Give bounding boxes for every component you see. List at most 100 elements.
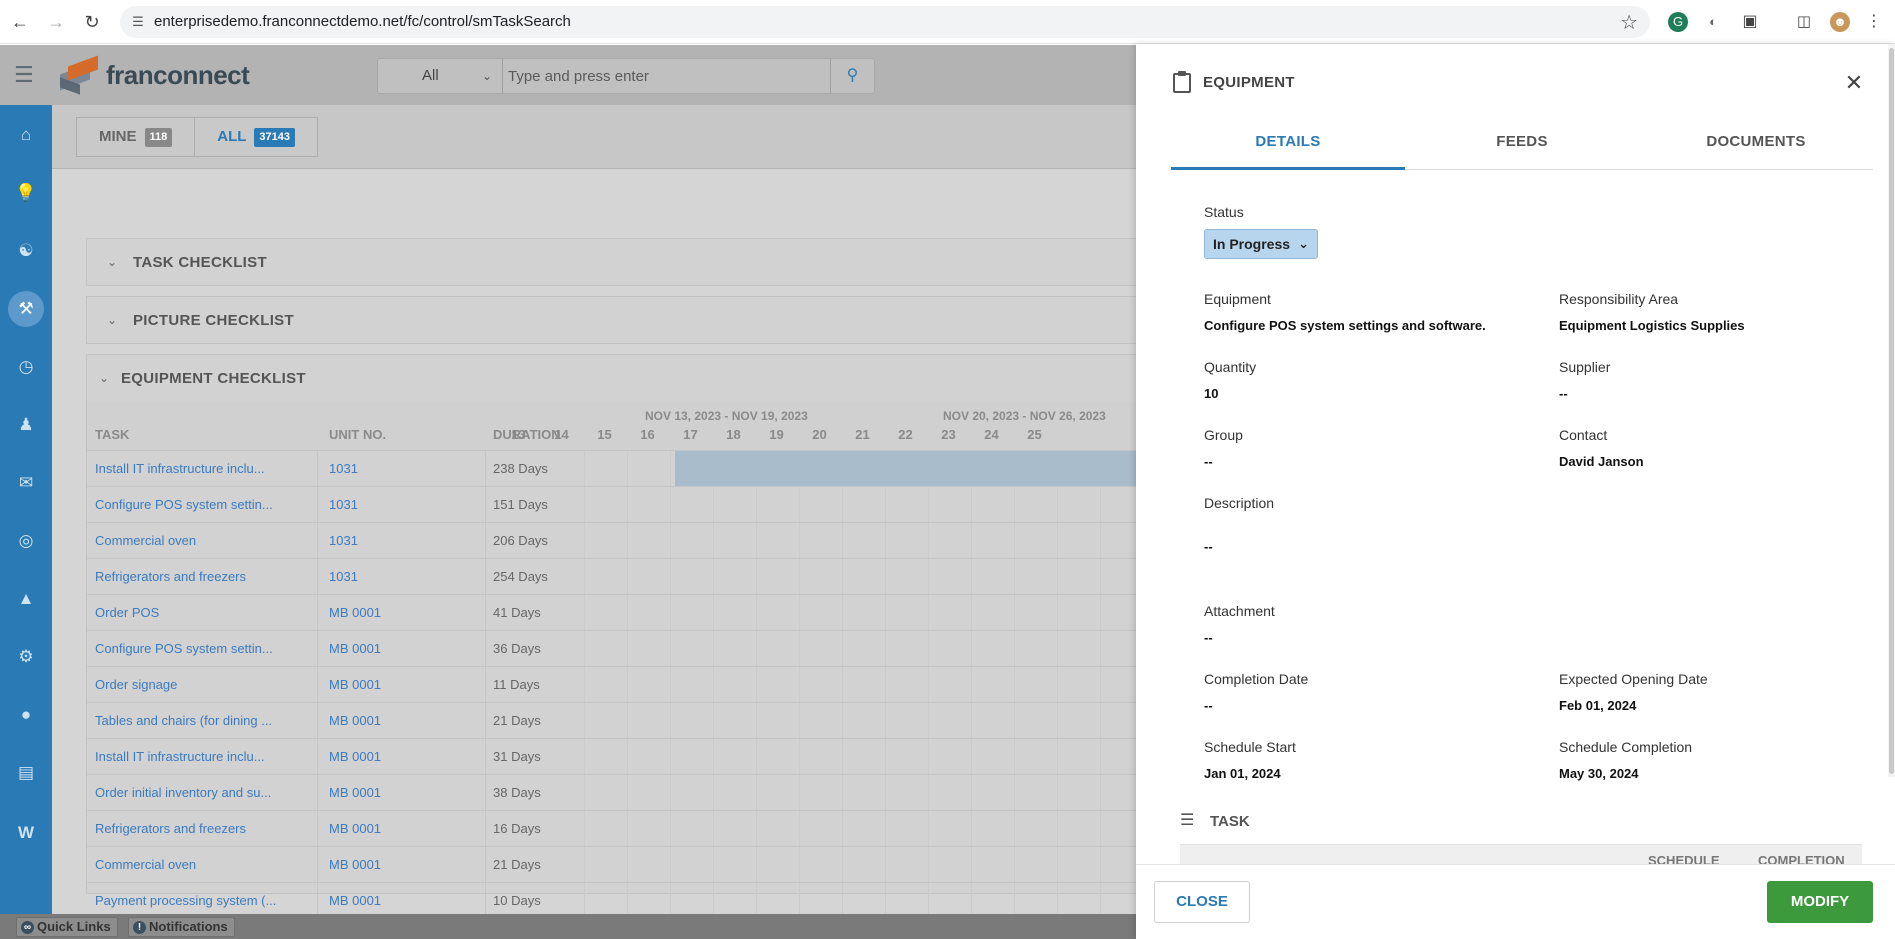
task-link[interactable]: Order signage [95, 677, 280, 692]
lifebuoy-icon[interactable]: ◎ [12, 527, 40, 555]
equipment-checklist-section: ⌄ EQUIPMENT CHECKLIST TASK UNIT NO. DURA… [86, 354, 1187, 919]
bookmark-star-icon[interactable]: ☆ [1620, 10, 1638, 35]
chevron-down-icon: ⌄ [481, 69, 492, 83]
reload-icon[interactable]: ↻ [80, 10, 104, 34]
task-link[interactable]: Order POS [95, 605, 280, 620]
graduation-cap-icon[interactable]: ▲ [12, 585, 40, 613]
grammarly-extension-icon[interactable]: G [1668, 12, 1688, 32]
search-scope-select[interactable]: All ⌄ [378, 59, 503, 93]
unit-link[interactable]: MB 0001 [329, 857, 449, 872]
tab-all[interactable]: ALL 37143 [194, 118, 317, 156]
tab-documents[interactable]: DOCUMENTS [1639, 114, 1873, 169]
address-bar[interactable]: ☰ enterprisedemo.franconnectdemo.net/fc/… [120, 6, 1650, 38]
table-row[interactable]: Install IT infrastructure inclu... MB 000… [87, 739, 1187, 775]
info-icon: ! [133, 920, 146, 934]
money-bag-icon[interactable]: ● [12, 701, 40, 729]
extensions-puzzle-icon[interactable]: ▣ [1740, 12, 1760, 32]
task-link[interactable]: Commercial oven [95, 857, 280, 872]
unit-link[interactable]: MB 0001 [329, 713, 449, 728]
side-panel-icon[interactable]: ◫ [1794, 12, 1814, 32]
duration-cell: 21 Days [493, 857, 541, 872]
expected-opening-value: Feb 01, 2024 [1559, 698, 1637, 713]
user-support-icon[interactable]: ♟ [12, 411, 40, 439]
grid-header-row: TASK UNIT NO. DURATION NOV 13, 2023 - NO… [87, 401, 1187, 451]
tab-feeds[interactable]: FEEDS [1405, 114, 1639, 169]
modify-button[interactable]: MODIFY [1767, 881, 1873, 923]
unit-link[interactable]: MB 0001 [329, 821, 449, 836]
unit-link[interactable]: MB 0001 [329, 605, 449, 620]
wrench-icon[interactable]: ⚒ [8, 291, 44, 327]
quick-links-button[interactable]: ∞ Quick Links [16, 917, 118, 937]
chat-icon[interactable]: ✉ [12, 469, 40, 497]
table-row[interactable]: Commercial oven MB 0001 21 Days [87, 847, 1187, 883]
extension-icon[interactable]: ◐ [1703, 12, 1723, 32]
unit-link[interactable]: 1031 [329, 497, 449, 512]
count-badge: 37143 [254, 127, 296, 147]
panel-title: EQUIPMENT [1203, 74, 1295, 91]
search-input[interactable] [508, 63, 828, 89]
tab-details[interactable]: DETAILS [1171, 114, 1405, 170]
w-icon[interactable]: W [12, 819, 40, 847]
task-checklist-section[interactable]: ⌄ TASK CHECKLIST [86, 238, 1186, 286]
bottom-bar: ∞ Quick Links ! Notifications [0, 914, 1136, 939]
gear-icon[interactable]: ⚙ [12, 643, 40, 671]
unit-link[interactable]: MB 0001 [329, 749, 449, 764]
task-link[interactable]: Refrigerators and freezers [95, 821, 280, 836]
picture-checklist-section[interactable]: ⌄ PICTURE CHECKLIST [86, 296, 1186, 344]
task-link[interactable]: Payment processing system (... [95, 893, 280, 908]
forward-arrow-icon[interactable]: → [44, 10, 68, 34]
equipment-checklist-header[interactable]: ⌄ EQUIPMENT CHECKLIST [87, 355, 1185, 401]
equipment-value: Configure POS system settings and softwa… [1204, 318, 1486, 333]
day-header: 22 [898, 427, 913, 442]
schedule-start-value: Jan 01, 2024 [1204, 766, 1281, 781]
status-dropdown[interactable]: In Progress ⌄ [1204, 229, 1318, 259]
tab-mine[interactable]: MINE 118 [77, 118, 194, 156]
unit-link[interactable]: MB 0001 [329, 677, 449, 692]
franconnect-logo[interactable]: franconnect [56, 55, 250, 95]
close-button[interactable]: CLOSE [1154, 881, 1250, 923]
table-row[interactable]: Configure POS system settin... 1031 151 Da… [87, 487, 1187, 523]
task-link[interactable]: Order initial inventory and su... [95, 785, 280, 800]
ownership-tabs: MINE 118 ALL 37143 [76, 117, 319, 157]
handshake-icon[interactable]: ☯ [12, 237, 40, 265]
day-header: 21 [855, 427, 870, 442]
browser-menu-icon[interactable]: ⋮ [1864, 12, 1884, 32]
unit-link[interactable]: 1031 [329, 569, 449, 584]
table-row[interactable]: Order signage MB 0001 11 Days [87, 667, 1187, 703]
table-row[interactable]: Install IT infrastructure inclu... 1031 23… [87, 451, 1187, 487]
task-link[interactable]: Refrigerators and freezers [95, 569, 280, 584]
unit-link[interactable]: MB 0001 [329, 893, 449, 908]
lightbulb-icon[interactable]: 💡 [12, 179, 40, 207]
task-link[interactable]: Commercial oven [95, 533, 280, 548]
table-row[interactable]: Configure POS system settin... MB 0001 36 … [87, 631, 1187, 667]
gantt-bar[interactable] [675, 451, 1187, 486]
day-header: 18 [726, 427, 741, 442]
home-icon[interactable]: ⌂ [12, 121, 40, 149]
table-row[interactable]: Order initial inventory and su... MB 0001… [87, 775, 1187, 811]
search-icon[interactable]: ⚲ [830, 59, 874, 93]
table-row[interactable]: Order POS MB 0001 41 Days [87, 595, 1187, 631]
panel-scrollbar[interactable] [1888, 44, 1895, 777]
back-arrow-icon[interactable]: ← [8, 10, 32, 34]
close-icon[interactable]: ✕ [1841, 70, 1867, 96]
notifications-button[interactable]: ! Notifications [128, 917, 235, 937]
table-row[interactable]: Tables and chairs (for dining ... MB 0001… [87, 703, 1187, 739]
table-row[interactable]: Refrigerators and freezers 1031 254 Days [87, 559, 1187, 595]
profile-avatar[interactable]: ☻ [1830, 12, 1850, 32]
unit-link[interactable]: MB 0001 [329, 785, 449, 800]
unit-link[interactable]: 1031 [329, 533, 449, 548]
gauge-icon[interactable]: ◷ [12, 353, 40, 381]
unit-link[interactable]: 1031 [329, 461, 449, 476]
task-link[interactable]: Configure POS system settin... [95, 641, 280, 656]
site-settings-icon[interactable]: ☰ [130, 14, 146, 30]
table-row[interactable]: Commercial oven 1031 206 Days [87, 523, 1187, 559]
task-link[interactable]: Install IT infrastructure inclu... [95, 461, 280, 476]
task-link[interactable]: Configure POS system settin... [95, 497, 280, 512]
hamburger-menu-icon[interactable]: ☰ [14, 63, 38, 87]
presentation-icon[interactable]: ▤ [12, 759, 40, 787]
task-link[interactable]: Tables and chairs (for dining ... [95, 713, 280, 728]
unit-link[interactable]: MB 0001 [329, 641, 449, 656]
table-row[interactable]: Refrigerators and freezers MB 0001 16 Days [87, 811, 1187, 847]
duration-cell: 206 Days [493, 533, 548, 548]
task-link[interactable]: Install IT infrastructure inclu... [95, 749, 280, 764]
